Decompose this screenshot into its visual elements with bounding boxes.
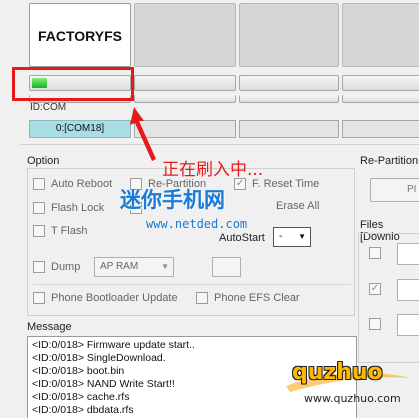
pit-button[interactable]: PI: [370, 178, 419, 202]
flash-lock-checkbox[interactable]: Flash Lock: [33, 202, 104, 214]
progress-bar-slot3: [239, 75, 339, 91]
watermark-logo-text: quzhuo: [292, 360, 383, 385]
status-bar-slot3: [239, 95, 339, 103]
separator: [20, 144, 419, 145]
com-port-slot4: [342, 120, 419, 138]
auto-reboot-label: Auto Reboot: [51, 178, 113, 190]
autostart-select[interactable]: - ▼: [273, 227, 311, 247]
dump-box[interactable]: [33, 261, 45, 273]
file-field-2[interactable]: [397, 279, 419, 301]
flashing-annotation: 正在刷入中...: [162, 160, 264, 180]
option-heading: Option: [27, 155, 60, 167]
auto-reboot-box[interactable]: [33, 178, 45, 190]
slot-main: FACTORYFS: [29, 3, 131, 67]
slot-main-title: FACTORYFS: [37, 28, 122, 44]
message-line: <ID:0/018> Firmware update start..: [32, 339, 195, 351]
auto-reboot-checkbox[interactable]: Auto Reboot: [33, 178, 112, 190]
watermark-logo: quzhuo www.quzhuo.com: [282, 356, 416, 406]
t-flash-checkbox[interactable]: T Flash: [33, 225, 87, 237]
repartition-heading: Re-Partition: [360, 155, 419, 167]
dump-blank-field[interactable]: [212, 257, 241, 277]
status-bar-slot4: [342, 95, 419, 103]
phone-efs-clear-checkbox[interactable]: Phone EFS Clear: [196, 292, 300, 304]
t-flash-box[interactable]: [33, 225, 45, 237]
file-field-3[interactable]: [397, 314, 419, 336]
file-checkbox-1[interactable]: [369, 247, 381, 259]
erase-all-checkbox[interactable]: Erase All: [259, 200, 319, 212]
phone-bootloader-update-box[interactable]: [33, 292, 45, 304]
phone-bootloader-update-checkbox[interactable]: Phone Bootloader Update: [33, 292, 178, 304]
phone-efs-clear-label: Phone EFS Clear: [214, 292, 300, 304]
slot-2: [134, 3, 236, 67]
dump-checkbox[interactable]: Dump: [33, 261, 80, 273]
slot-3: [239, 3, 339, 67]
chevron-down-icon: ▼: [161, 262, 169, 271]
slot-4: [342, 3, 419, 67]
option-divider: [33, 284, 351, 285]
com-port-slot1[interactable]: 0:[COM18]: [29, 120, 131, 138]
file-checkbox-2[interactable]: ✓: [369, 283, 381, 295]
flash-lock-box[interactable]: [33, 202, 45, 214]
flash-lock-label: Flash Lock: [51, 202, 105, 214]
com-port-slot3: [239, 120, 339, 138]
erase-all-label: Erase All: [276, 200, 320, 212]
status-bar-slot2: [134, 95, 236, 103]
autostart-value: -: [279, 231, 283, 242]
dump-select-value: AP RAM: [100, 261, 139, 272]
dump-label: Dump: [51, 261, 81, 273]
file-checkbox-3[interactable]: [369, 318, 381, 330]
watermark-logo-url: www.quzhuo.com: [304, 392, 401, 405]
progress-bar-slot4: [342, 75, 419, 91]
file-field-1[interactable]: [397, 243, 419, 265]
t-flash-label: T Flash: [51, 225, 88, 237]
progress-highlight-box: [12, 67, 134, 101]
watermark-site-cn: 迷你手机网: [120, 188, 225, 212]
chevron-down-icon: ▼: [298, 232, 306, 241]
idcom-label: ID:COM: [30, 102, 67, 113]
progress-bar-slot2: [134, 75, 236, 91]
phone-efs-clear-box[interactable]: [196, 292, 208, 304]
dump-select[interactable]: AP RAM ▼: [94, 257, 174, 277]
watermark-site-url: www.netded.com: [146, 217, 248, 231]
autostart-label: AutoStart: [219, 232, 265, 244]
message-heading: Message: [27, 321, 72, 333]
phone-bootloader-update-label: Phone Bootloader Update: [51, 292, 178, 304]
